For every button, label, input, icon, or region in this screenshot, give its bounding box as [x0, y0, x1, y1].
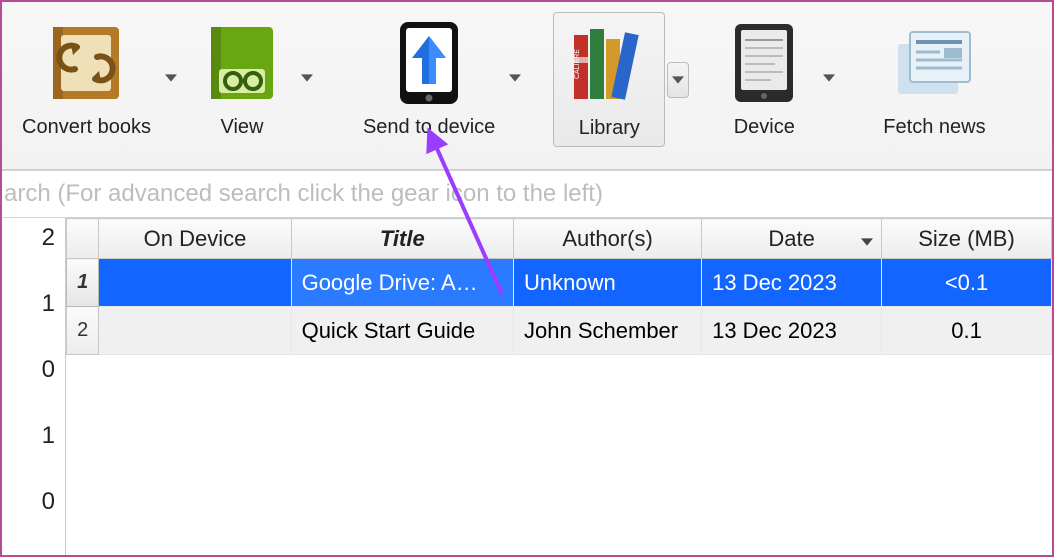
- library-label: Library: [579, 117, 640, 140]
- col-size[interactable]: Size (MB): [882, 219, 1052, 259]
- device-button[interactable]: Device: [711, 12, 817, 143]
- book-table: On Device Title Author(s) Date Size (MB)…: [66, 218, 1052, 355]
- cell-authors[interactable]: Unknown: [514, 259, 702, 307]
- sort-desc-icon: [861, 226, 873, 252]
- view-label: View: [220, 116, 263, 139]
- fetch-label: Fetch news: [883, 116, 985, 139]
- table-row[interactable]: 1 Google Drive: A…Unknown13 Dec 2023<0.1: [67, 259, 1052, 307]
- send-to-device-button[interactable]: Send to device: [355, 12, 503, 143]
- view-book-icon: [197, 18, 287, 108]
- cell-size[interactable]: 0.1: [882, 307, 1052, 355]
- col-on-device[interactable]: On Device: [99, 219, 291, 259]
- book-convert-icon: [41, 18, 131, 108]
- cell-date[interactable]: 13 Dec 2023: [702, 259, 882, 307]
- search-bar: [2, 170, 1052, 218]
- send-label: Send to device: [363, 116, 495, 139]
- cell-title[interactable]: Google Drive: A…: [291, 259, 513, 307]
- cell-date[interactable]: 13 Dec 2023: [702, 307, 882, 355]
- view-dropdown[interactable]: [297, 60, 317, 96]
- col-authors[interactable]: Author(s): [514, 219, 702, 259]
- convert-books-button[interactable]: Convert books: [14, 12, 159, 143]
- col-title[interactable]: Title: [291, 219, 513, 259]
- table-row[interactable]: 2 Quick Start GuideJohn Schember13 Dec 20…: [67, 307, 1052, 355]
- cover-browser-axis: 2 1 0 1 0: [2, 218, 66, 555]
- device-group: Device: [711, 12, 839, 143]
- library-dropdown[interactable]: [667, 62, 689, 98]
- send-device-icon: [384, 18, 474, 108]
- newspaper-icon: [889, 18, 979, 108]
- search-input[interactable]: [2, 174, 1044, 214]
- axis-tick: 1: [42, 290, 55, 318]
- convert-group: Convert books: [14, 12, 181, 143]
- device-label: Device: [734, 116, 795, 139]
- cell-title[interactable]: Quick Start Guide: [291, 307, 513, 355]
- view-button[interactable]: View: [189, 12, 295, 143]
- fetch-news-button[interactable]: Fetch news: [875, 12, 993, 143]
- cell-on-device[interactable]: [99, 307, 291, 355]
- ereader-icon: [719, 18, 809, 108]
- book-table-wrap: On Device Title Author(s) Date Size (MB)…: [66, 218, 1052, 555]
- send-group: Send to device: [355, 12, 525, 143]
- col-date[interactable]: Date: [702, 219, 882, 259]
- toolbar: Convert books View: [2, 2, 1052, 170]
- library-icon: CALIBRE: [564, 19, 654, 109]
- library-button[interactable]: CALIBRE Library: [553, 12, 665, 147]
- device-dropdown[interactable]: [819, 60, 839, 96]
- row-number[interactable]: 1: [67, 259, 99, 307]
- send-dropdown[interactable]: [505, 60, 525, 96]
- table-header-row: On Device Title Author(s) Date Size (MB): [67, 219, 1052, 259]
- col-date-label: Date: [768, 226, 814, 251]
- row-number[interactable]: 2: [67, 307, 99, 355]
- axis-tick: 0: [42, 488, 55, 516]
- fetch-group: Fetch news: [875, 12, 993, 143]
- library-group: CALIBRE Library: [553, 12, 689, 147]
- main-area: 2 1 0 1 0 On Device Title Author(s) Date: [2, 218, 1052, 555]
- convert-dropdown[interactable]: [161, 60, 181, 96]
- cell-authors[interactable]: John Schember: [514, 307, 702, 355]
- view-group: View: [189, 12, 317, 143]
- axis-tick: 0: [42, 356, 55, 384]
- cell-on-device[interactable]: [99, 259, 291, 307]
- corner-header[interactable]: [67, 219, 99, 259]
- svg-text:CALIBRE: CALIBRE: [574, 49, 581, 79]
- convert-label: Convert books: [22, 116, 151, 139]
- axis-tick: 1: [42, 422, 55, 450]
- axis-tick: 2: [42, 224, 55, 252]
- cell-size[interactable]: <0.1: [882, 259, 1052, 307]
